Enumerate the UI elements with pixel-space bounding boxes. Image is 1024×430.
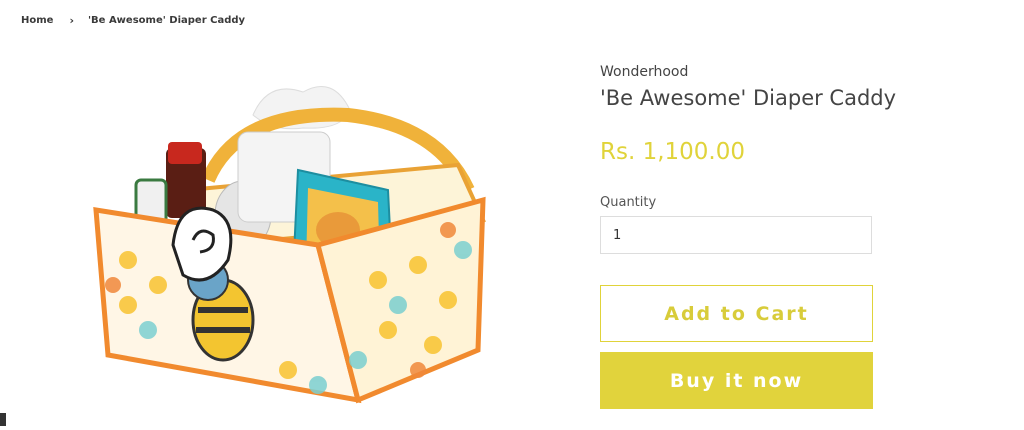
breadcrumb-separator-icon: ›	[69, 14, 74, 27]
buy-it-now-button[interactable]: Buy it now	[600, 352, 873, 409]
product-price: Rs. 1,100.00	[600, 139, 746, 165]
quantity-input[interactable]	[600, 216, 872, 254]
quantity-label: Quantity	[600, 195, 657, 210]
scrollbar-handle[interactable]	[0, 413, 6, 426]
product-vendor[interactable]: Wonderhood	[600, 64, 688, 80]
diaper-caddy-illustration	[93, 85, 486, 404]
breadcrumb-home-link[interactable]: Home	[21, 15, 53, 26]
breadcrumb: Home › 'Be Awesome' Diaper Caddy	[21, 14, 245, 27]
product-image[interactable]	[88, 70, 488, 426]
breadcrumb-current: 'Be Awesome' Diaper Caddy	[88, 15, 246, 26]
add-to-cart-button[interactable]: Add to Cart	[600, 285, 873, 342]
product-title: 'Be Awesome' Diaper Caddy	[600, 86, 897, 110]
